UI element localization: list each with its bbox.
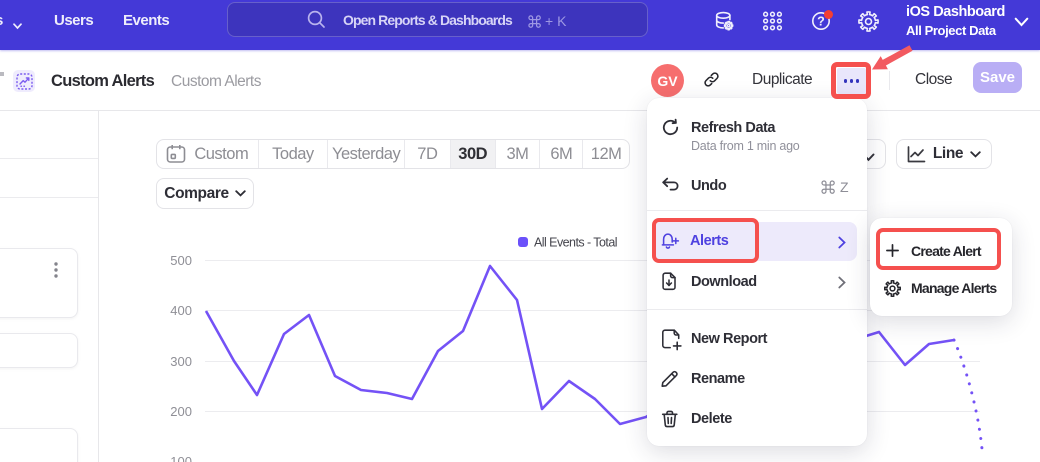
svg-text:300: 300: [170, 354, 192, 369]
svg-text:200: 200: [170, 404, 192, 419]
svg-text:400: 400: [170, 303, 192, 318]
svg-text:All Events - Total: All Events - Total: [534, 236, 617, 250]
svg-text:100: 100: [170, 454, 192, 462]
svg-text:500: 500: [170, 253, 192, 268]
svg-text:?: ?: [817, 15, 825, 29]
